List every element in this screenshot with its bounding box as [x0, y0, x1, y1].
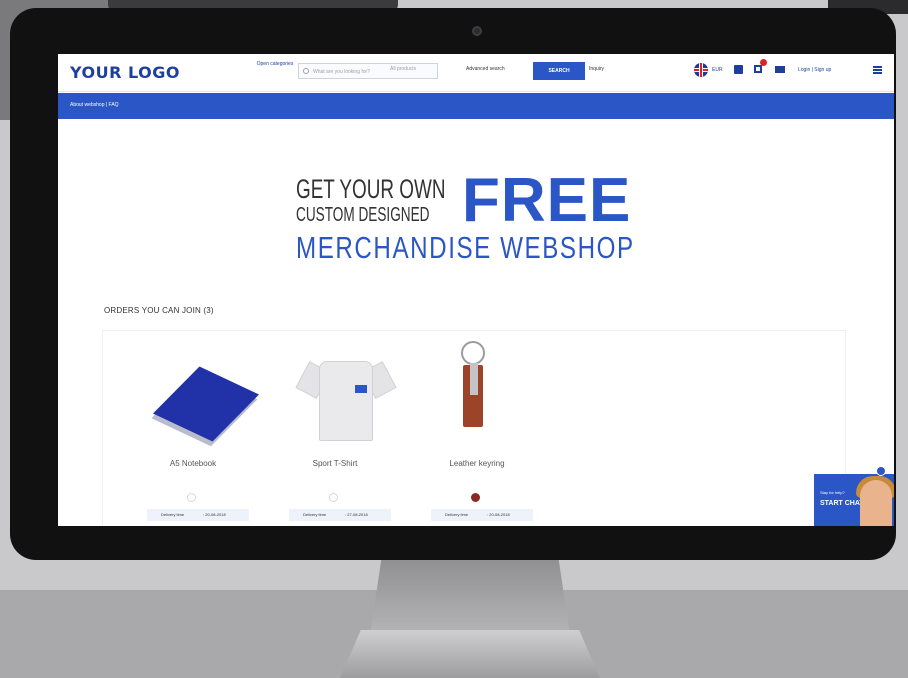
chat-prompt: Stay for help? — [820, 490, 845, 495]
search-icon — [303, 68, 309, 74]
monitor: YOUR LOGO Open categories What are you l… — [10, 8, 896, 560]
currency-selector[interactable]: EUR — [712, 67, 723, 73]
delivery-value: : 20-08-2018 — [203, 512, 226, 517]
uk-flag-icon[interactable] — [694, 63, 708, 77]
monitor-stand — [370, 555, 570, 635]
product-card[interactable]: Leather keyring Delivery time : 20-08-20… — [417, 331, 537, 526]
products-panel: A5 Notebook Delivery time : 20-08-2018 S… — [102, 330, 846, 526]
color-swatch[interactable] — [329, 493, 338, 502]
notification-badge — [760, 59, 767, 66]
product-name[interactable]: A5 Notebook — [133, 459, 253, 468]
delivery-label: Delivery time — [445, 512, 469, 517]
search-button[interactable]: SEARCH — [533, 62, 585, 80]
inquiry-list-icon[interactable] — [754, 65, 762, 73]
hero-line-1: GET YOUR OWN — [296, 174, 446, 204]
product-name[interactable]: Sport T-Shirt — [275, 459, 395, 468]
search-input[interactable]: What are you looking for? — [298, 63, 438, 79]
search-placeholder: What are you looking for? — [313, 69, 370, 75]
delivery-value: : 20-08-2018 — [487, 512, 510, 517]
start-chat-button[interactable]: START CHAT — [820, 500, 864, 507]
notebook-image — [153, 366, 259, 442]
keyring-metal — [470, 363, 478, 395]
camera-icon — [472, 26, 482, 36]
delivery-label: Delivery time — [303, 512, 327, 517]
product-card[interactable]: Sport T-Shirt Delivery time : 27-08-2018 — [275, 331, 397, 526]
keyring-image — [461, 341, 485, 365]
monitor-base — [340, 630, 600, 678]
cart-icon[interactable] — [775, 66, 785, 73]
login-link[interactable]: Login | Sign up — [798, 67, 831, 73]
product-name[interactable]: Leather keyring — [417, 459, 537, 468]
advanced-search-link[interactable]: Advanced search — [466, 66, 505, 72]
nav-bar: About webshop | FAQ — [58, 93, 894, 119]
delivery-label: Delivery time — [161, 512, 185, 517]
nav-links[interactable]: About webshop | FAQ — [70, 102, 119, 108]
hero-banner: GET YOUR OWN CUSTOM DESIGNED FREE MERCHA… — [296, 170, 656, 270]
color-swatch[interactable] — [471, 493, 480, 502]
hero-line-3: MERCHANDISE WEBSHOP — [296, 230, 635, 265]
product-card[interactable]: A5 Notebook Delivery time : 20-08-2018 — [133, 331, 259, 526]
close-chat-icon[interactable] — [876, 466, 886, 476]
delivery-info: Delivery time : 27-08-2018 — [289, 509, 391, 521]
agent-avatar-face — [860, 480, 892, 526]
delivery-info: Delivery time : 20-08-2018 — [147, 509, 249, 521]
delivery-value: : 27-08-2018 — [345, 512, 368, 517]
open-categories-button[interactable]: Open categories — [254, 61, 296, 68]
site-logo[interactable]: YOUR LOGO — [70, 63, 180, 82]
category-select[interactable]: All products — [390, 66, 416, 72]
chat-widget[interactable]: Stay for help? START CHAT — [814, 474, 894, 526]
orders-title: ORDERS YOU CAN JOIN (3) — [104, 306, 214, 315]
color-swatch[interactable] — [187, 493, 196, 502]
webshop-screen: YOUR LOGO Open categories What are you l… — [58, 54, 894, 526]
top-bar: YOUR LOGO Open categories What are you l… — [58, 54, 894, 92]
tshirt-image — [295, 361, 397, 441]
hero-free: FREE — [462, 166, 632, 235]
hamburger-menu-icon[interactable] — [873, 66, 882, 74]
hero-line-2: CUSTOM DESIGNED — [296, 204, 430, 226]
delivery-info: Delivery time : 20-08-2018 — [431, 509, 533, 521]
inquiry-link[interactable]: Inquiry — [589, 66, 604, 72]
mail-icon[interactable] — [734, 65, 743, 74]
